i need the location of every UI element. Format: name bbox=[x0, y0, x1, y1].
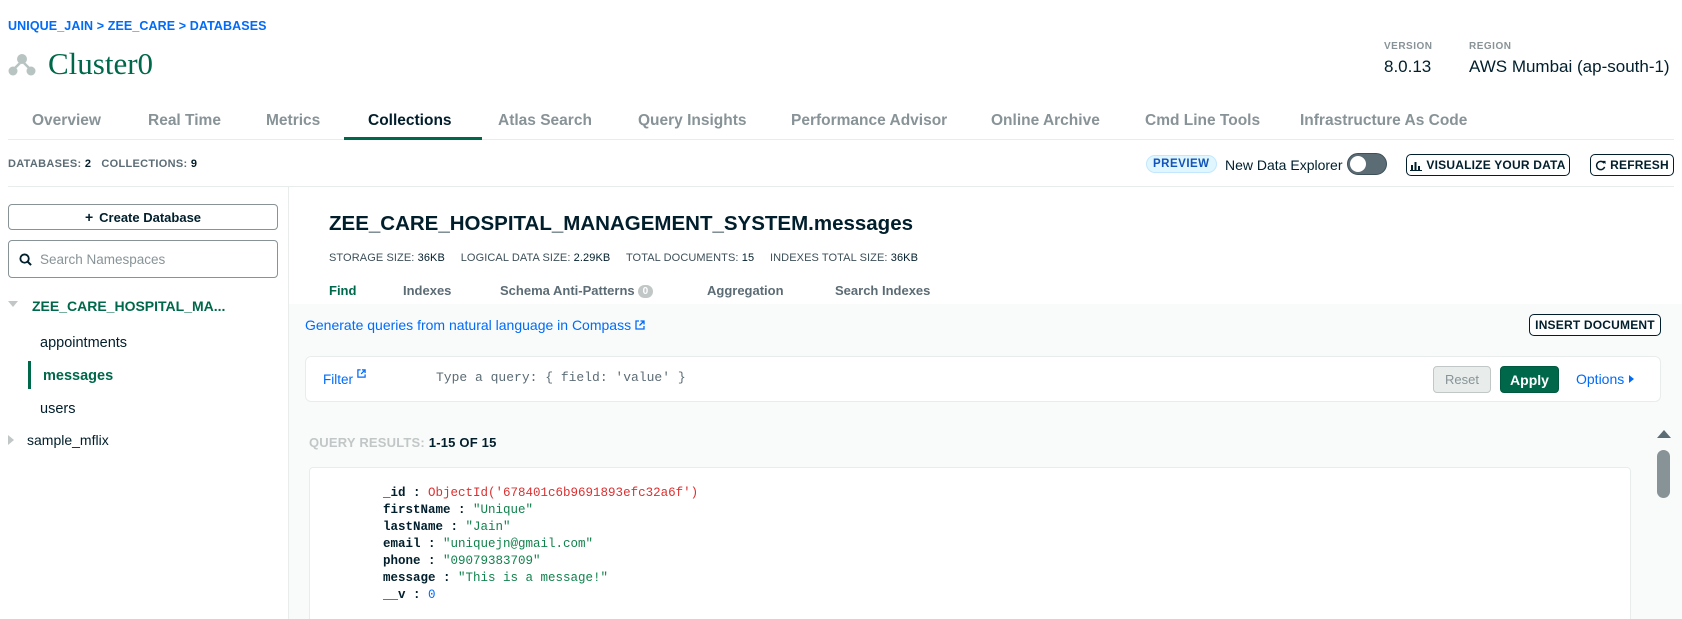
count-badge: 0 bbox=[637, 285, 654, 298]
sidebar-collection-messages[interactable]: messages bbox=[43, 368, 113, 384]
active-tab-indicator bbox=[344, 137, 482, 140]
indexes-size-label: INDEXES TOTAL SIZE: bbox=[769, 252, 888, 264]
tab-search-indexes[interactable]: Search Indexes bbox=[835, 283, 930, 298]
compass-nl-link[interactable]: Generate queries from natural language i… bbox=[305, 317, 645, 333]
cluster-tabs: Overview Real Time Metrics Collections A… bbox=[8, 100, 1674, 140]
tab-infrastructure-as-code[interactable]: Infrastructure As Code bbox=[1300, 112, 1467, 130]
breadcrumb-section[interactable]: DATABASES bbox=[190, 19, 267, 33]
version-value: 8.0.13 bbox=[1384, 57, 1432, 76]
storage-size-value: 36KB bbox=[417, 252, 445, 264]
tab-cmd-line-tools[interactable]: Cmd Line Tools bbox=[1145, 112, 1260, 130]
logical-size-label: LOGICAL DATA SIZE: bbox=[460, 252, 571, 264]
total-documents-value: 15 bbox=[741, 252, 755, 264]
storage-size-label: STORAGE SIZE: bbox=[329, 252, 415, 264]
document-field: firstName : "Unique" bbox=[383, 503, 534, 517]
document-field: __v : 0 bbox=[383, 588, 436, 602]
tab-aggregation[interactable]: Aggregation bbox=[707, 283, 784, 298]
new-data-explorer-toggle[interactable] bbox=[1347, 153, 1387, 175]
external-link-icon bbox=[635, 320, 645, 330]
tab-overview[interactable]: Overview bbox=[32, 112, 101, 130]
tab-online-archive[interactable]: Online Archive bbox=[991, 112, 1100, 130]
plus-icon: + bbox=[84, 209, 94, 225]
chevron-down-icon[interactable] bbox=[8, 301, 18, 307]
page-title: Cluster0 bbox=[48, 46, 154, 81]
version-label: VERSION bbox=[1384, 41, 1433, 52]
insert-document-button[interactable]: INSERT DOCUMENT bbox=[1529, 314, 1661, 336]
tab-atlas-search[interactable]: Atlas Search bbox=[498, 112, 592, 130]
refresh-icon bbox=[1596, 160, 1606, 170]
external-link-icon bbox=[357, 369, 366, 378]
options-toggle[interactable]: Options bbox=[1576, 371, 1635, 387]
create-database-button[interactable]: + Create Database bbox=[8, 204, 278, 230]
compass-nl-link-label: Generate queries from natural language i… bbox=[305, 317, 632, 333]
logical-size-value: 2.29KB bbox=[573, 252, 611, 264]
cluster-icon bbox=[8, 54, 36, 76]
options-label: Options bbox=[1576, 371, 1625, 387]
filter-input[interactable] bbox=[436, 370, 1396, 385]
query-results-range: 1-15 OF 15 bbox=[428, 435, 497, 450]
tab-real-time[interactable]: Real Time bbox=[148, 112, 221, 130]
scrollbar-thumb[interactable] bbox=[1657, 450, 1670, 498]
document-field: _id : ObjectId('678401c6b9691893efc32a6f… bbox=[383, 486, 699, 500]
breadcrumb-project[interactable]: ZEE_CARE bbox=[108, 19, 175, 33]
document-field: message : "This is a message!" bbox=[383, 571, 609, 585]
breadcrumb-sep: > bbox=[178, 19, 187, 33]
indexes-size-value: 36KB bbox=[890, 252, 919, 264]
region-label: REGION bbox=[1469, 41, 1512, 52]
sidebar-collection-users[interactable]: users bbox=[40, 401, 75, 417]
breadcrumb-sep: > bbox=[96, 19, 105, 33]
search-icon bbox=[19, 252, 32, 266]
filter-link[interactable]: Filter bbox=[323, 369, 366, 387]
tab-collections[interactable]: Collections bbox=[368, 112, 452, 130]
search-namespaces bbox=[8, 240, 278, 278]
chevron-right-icon[interactable] bbox=[8, 435, 14, 445]
collections-count-label: COLLECTIONS: bbox=[101, 158, 188, 170]
namespace-counts: DATABASES: 2 COLLECTIONS: 9 bbox=[8, 158, 197, 170]
reset-button[interactable]: Reset bbox=[1433, 366, 1491, 393]
active-collection-indicator bbox=[28, 361, 31, 389]
sidebar-collection-appointments[interactable]: appointments bbox=[40, 335, 127, 351]
create-database-label: Create Database bbox=[99, 209, 202, 225]
query-results-title: QUERY RESULTS: bbox=[309, 435, 425, 450]
tab-schema-anti-patterns[interactable]: Schema Anti-Patterns 0 bbox=[500, 283, 654, 298]
apply-button[interactable]: Apply bbox=[1500, 366, 1559, 393]
visualize-data-label: VISUALIZE YOUR DATA bbox=[1426, 158, 1566, 172]
refresh-label: REFRESH bbox=[1610, 158, 1669, 172]
collection-stats: STORAGE SIZE: 36KB LOGICAL DATA SIZE: 2.… bbox=[329, 252, 918, 264]
new-data-explorer-label: New Data Explorer bbox=[1225, 157, 1343, 173]
sidebar-database-zee-care[interactable]: ZEE_CARE_HOSPITAL_MA... bbox=[32, 298, 225, 314]
toggle-knob bbox=[1350, 156, 1366, 172]
search-namespaces-input[interactable] bbox=[40, 251, 260, 267]
scroll-up-arrow[interactable] bbox=[1657, 430, 1671, 438]
region-value: AWS Mumbai (ap-south-1) bbox=[1469, 57, 1670, 76]
breadcrumb-org[interactable]: UNIQUE_JAIN bbox=[8, 19, 93, 33]
visualize-data-button[interactable]: VISUALIZE YOUR DATA bbox=[1406, 154, 1570, 176]
databases-count-label: DATABASES: bbox=[8, 158, 82, 170]
total-documents-label: TOTAL DOCUMENTS: bbox=[625, 252, 739, 264]
refresh-button[interactable]: REFRESH bbox=[1590, 154, 1674, 176]
databases-count: 2 bbox=[84, 158, 92, 170]
document-field: phone : "09079383709" bbox=[383, 554, 541, 568]
caret-right-icon bbox=[1629, 375, 1635, 383]
header-divider bbox=[8, 186, 1674, 187]
bar-chart-icon bbox=[1410, 161, 1423, 171]
document-field: email : "uniquejn@gmail.com" bbox=[383, 537, 594, 551]
document-field: lastName : "Jain" bbox=[383, 520, 511, 534]
tab-query-insights[interactable]: Query Insights bbox=[638, 112, 747, 130]
tab-metrics[interactable]: Metrics bbox=[266, 112, 320, 130]
tab-indexes[interactable]: Indexes bbox=[403, 283, 451, 298]
breadcrumb: UNIQUE_JAIN > ZEE_CARE > DATABASES bbox=[8, 19, 267, 33]
collection-title: ZEE_CARE_HOSPITAL_MANAGEMENT_SYSTEM.mess… bbox=[329, 212, 914, 235]
filter-label: Filter bbox=[323, 372, 353, 387]
sidebar-database-sample-mflix[interactable]: sample_mflix bbox=[27, 432, 109, 448]
preview-badge: PREVIEW bbox=[1146, 155, 1217, 173]
query-results-label: QUERY RESULTS: 1-15 OF 15 bbox=[309, 435, 497, 450]
tab-find[interactable]: Find bbox=[329, 283, 356, 298]
collections-count: 9 bbox=[190, 158, 198, 170]
schema-anti-patterns-label: Schema Anti-Patterns bbox=[500, 283, 635, 298]
tab-performance-advisor[interactable]: Performance Advisor bbox=[791, 112, 947, 130]
